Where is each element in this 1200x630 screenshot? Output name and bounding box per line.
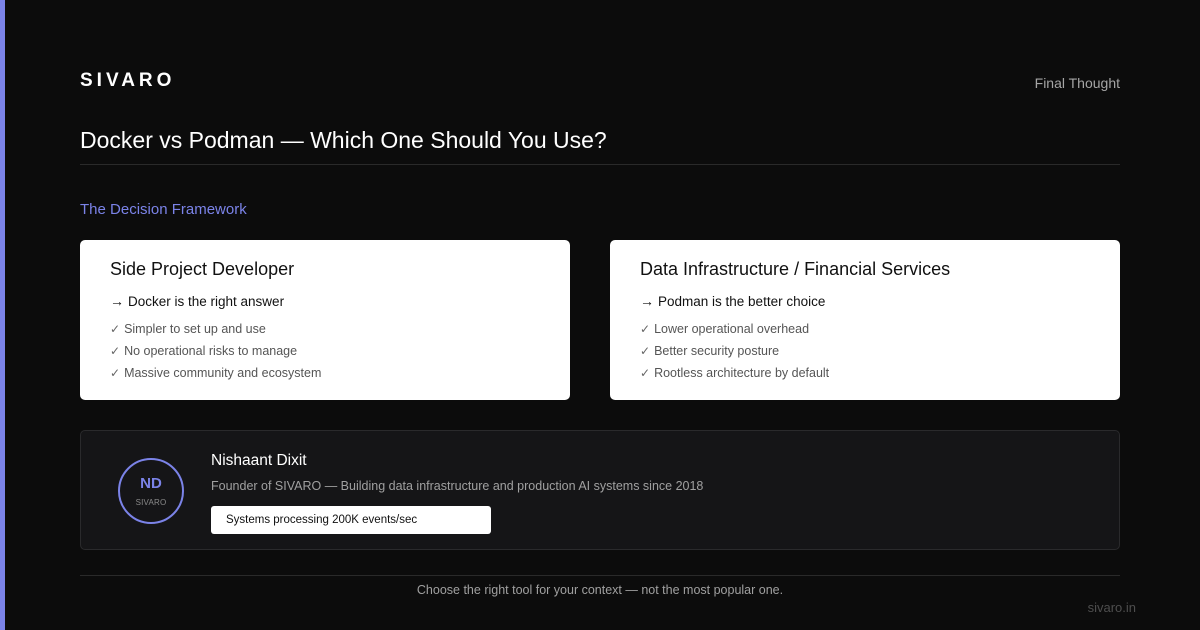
check-icon: ✓ — [640, 322, 651, 336]
author-name: Nishaant Dixit — [211, 452, 307, 469]
check-icon: ✓ — [110, 344, 121, 358]
list-item-text: Massive community and ecosystem — [124, 366, 322, 380]
list-item-text: No operational risks to manage — [124, 344, 298, 358]
list-item: ✓ Massive community and ecosystem — [110, 362, 540, 384]
author-badge: Systems processing 200K events/sec — [211, 506, 491, 534]
list-item: ✓ No operational risks to manage — [110, 340, 540, 362]
list-item: ✓ Lower operational overhead — [640, 318, 1090, 340]
check-icon: ✓ — [640, 344, 651, 358]
section-label: The Decision Framework — [80, 201, 247, 218]
footer-divider — [80, 575, 1120, 576]
card-verdict-text: Podman is the better choice — [658, 293, 826, 309]
check-icon: ✓ — [110, 322, 121, 336]
card-data-infrastructure: Data Infrastructure / Financial Services… — [610, 240, 1120, 400]
page-title: Docker vs Podman — Which One Should You … — [80, 127, 607, 153]
footer-site-link[interactable]: sivaro.in — [1088, 600, 1136, 615]
list-item-text: Simpler to set up and use — [124, 322, 266, 336]
header-divider — [80, 164, 1120, 165]
card-verdict: → Podman is the better choice — [640, 293, 1090, 309]
avatar-brand: SIVARO — [135, 497, 167, 507]
list-item-text: Rootless architecture by default — [654, 366, 830, 380]
card-points: ✓ Lower operational overhead ✓ Better secu… — [640, 318, 1090, 384]
card-verdict: → Docker is the right answer — [110, 293, 540, 309]
card-points: ✓ Simpler to set up and use ✓ No operation… — [110, 318, 540, 384]
check-icon: ✓ — [640, 366, 651, 380]
avatar: ND SIVARO — [118, 458, 184, 524]
list-item: ✓ Simpler to set up and use — [110, 318, 540, 340]
accent-bar — [0, 0, 5, 630]
footer-quote: Choose the right tool for your context —… — [416, 583, 784, 597]
list-item-text: Better security posture — [654, 344, 780, 358]
right-arrow-icon: → — [110, 293, 124, 309]
card-side-project: Side Project Developer → Docker is the r… — [80, 240, 570, 400]
right-arrow-icon: → — [640, 293, 654, 309]
check-icon: ✓ — [110, 366, 121, 380]
author-profile: ND SIVARO Nishaant Dixit Founder of SIVA… — [80, 430, 1120, 550]
list-item: ✓ Rootless architecture by default — [640, 362, 1090, 384]
avatar-initials: ND — [140, 474, 162, 492]
author-description: Founder of SIVARO — Building data infras… — [211, 479, 704, 493]
slide-tag: Final Thought — [1034, 75, 1120, 91]
card-title: Data Infrastructure / Financial Services — [640, 259, 951, 279]
brand-logo: SIVARO — [80, 70, 176, 91]
list-item-text: Lower operational overhead — [654, 322, 810, 336]
card-verdict-text: Docker is the right answer — [128, 293, 285, 309]
card-title: Side Project Developer — [110, 259, 295, 279]
list-item: ✓ Better security posture — [640, 340, 1090, 362]
